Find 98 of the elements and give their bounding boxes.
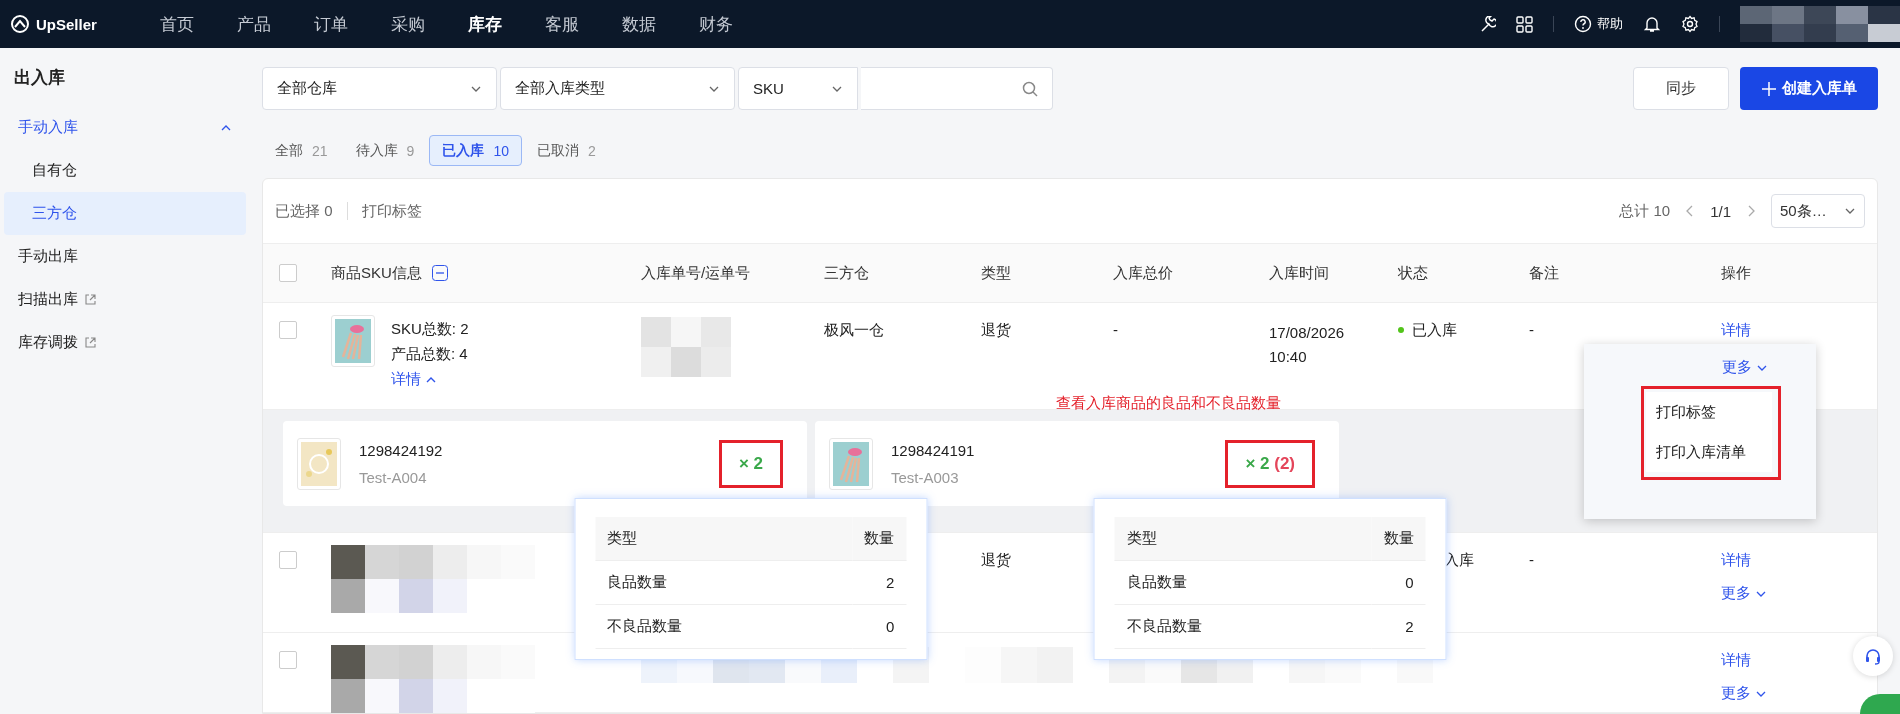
column-header: 入库单号/运单号 [641, 263, 751, 283]
annotation-text: 查看入库商品的良品和不良品数量 [1056, 394, 1281, 413]
highlight-frame [718, 439, 783, 488]
product-count: 产品总数: 4 [391, 345, 469, 364]
status-tab[interactable]: 全部 21 [262, 135, 341, 166]
details-link[interactable]: 详情 [1721, 651, 1751, 670]
type-select[interactable]: 全部入库类型 [500, 67, 735, 110]
sidebar-item[interactable]: 手动出库 [4, 235, 246, 278]
checkbox[interactable] [279, 264, 297, 282]
nav-item[interactable]: 数据 [622, 12, 656, 36]
create-button[interactable]: 创建入库单 [1740, 67, 1878, 110]
sidebar-item[interactable]: 自有仓 [4, 149, 246, 192]
column-header: 状态 [1398, 263, 1428, 283]
warehouse-name: 极风一仓 [824, 321, 884, 338]
chat-button[interactable] [1860, 694, 1900, 714]
column-header: 类型 [981, 263, 1011, 283]
details-link[interactable]: 详情 [1721, 321, 1751, 340]
search-icon [1022, 80, 1038, 97]
collapse-icon[interactable] [431, 265, 448, 281]
logo-text: UpSeller [36, 15, 97, 33]
inbound-type: 退货 [981, 551, 1011, 568]
item-quantity: × 2 [738, 453, 763, 473]
status-tab[interactable]: 待入库 9 [342, 135, 428, 166]
more-link[interactable]: 更多 [1721, 684, 1767, 703]
total-price: - [1113, 321, 1118, 338]
page-size-select[interactable]: 50条… [1771, 194, 1865, 228]
nav-item[interactable]: 订单 [314, 12, 348, 36]
sku-count: SKU总数: 2 [391, 320, 469, 339]
table-cell: 2 [1371, 604, 1426, 649]
warehouse-select[interactable]: 全部仓库 [262, 67, 497, 110]
column-header: 数量 [852, 516, 907, 561]
column-header: 入库总价 [1113, 263, 1173, 283]
more-link[interactable]: 更多 [1722, 358, 1768, 377]
table-cell: 良品数量 [1114, 560, 1372, 605]
details-link[interactable]: 详情 [1721, 551, 1751, 570]
total-count: 总计 10 [1619, 201, 1671, 221]
nav-item[interactable]: 客服 [545, 12, 579, 36]
nav-item[interactable]: 采购 [391, 12, 425, 36]
table-cell: 良品数量 [595, 560, 853, 605]
external-link-icon [84, 293, 97, 306]
inbound-time: 17/08/2026 10:40 [1269, 323, 1346, 367]
column-header: 类型 [595, 516, 853, 561]
column-header: 商品SKU信息 [331, 263, 422, 283]
checkbox[interactable] [279, 651, 297, 669]
item-code: Test-A004 [359, 468, 428, 486]
nav-item[interactable]: 库存 [468, 12, 502, 36]
status-text: 已入库 [1412, 320, 1457, 340]
column-header: 数量 [1371, 516, 1426, 561]
more-link[interactable]: 更多 [1721, 584, 1767, 603]
table-cell: 2 [852, 560, 907, 605]
sidebar-item[interactable]: 扫描出库 [4, 278, 246, 321]
selected-count: 已选择 0 [275, 201, 333, 221]
settings-icon[interactable] [1681, 15, 1699, 33]
item-quantity: × 2 (2) [1245, 453, 1295, 473]
help-link[interactable]: 帮助 [1574, 15, 1623, 33]
wrench-icon[interactable] [1479, 15, 1496, 33]
inbound-type: 退货 [981, 321, 1011, 338]
column-header: 入库时间 [1269, 263, 1329, 283]
status-tab[interactable]: 已取消 2 [523, 135, 609, 166]
grid-icon[interactable] [1516, 15, 1533, 33]
details-toggle[interactable]: 详情 [391, 370, 469, 389]
checkbox[interactable] [279, 321, 297, 339]
table-cell: 0 [1371, 560, 1426, 605]
column-header: 操作 [1721, 263, 1751, 283]
table-cell: 0 [852, 604, 907, 649]
nav-item[interactable]: 产品 [237, 12, 271, 36]
item-sku: 1298424192 [359, 441, 443, 459]
nav-item[interactable]: 财务 [699, 12, 733, 36]
menu-item[interactable]: 打印标签 [1646, 392, 1772, 432]
external-link-icon [84, 336, 97, 349]
table-cell: 不良品数量 [1114, 604, 1372, 649]
search-by-select[interactable]: SKU [738, 67, 858, 110]
headset-icon [1864, 647, 1882, 665]
page-indicator: 1/1 [1710, 202, 1731, 220]
logo-icon [10, 14, 30, 34]
help-icon [1574, 15, 1592, 33]
sync-button[interactable]: 同步 [1633, 67, 1729, 110]
column-header: 类型 [1114, 516, 1372, 561]
bell-icon[interactable] [1643, 15, 1661, 33]
menu-item[interactable]: 打印入库清单 [1646, 432, 1772, 472]
sidebar-title: 出入库 [13, 66, 66, 89]
plus-icon [1761, 81, 1776, 96]
column-header: 三方仓 [824, 263, 869, 283]
item-sku: 1298424191 [891, 441, 975, 459]
checkbox[interactable] [279, 551, 297, 569]
print-label-button[interactable]: 打印标签 [361, 201, 422, 221]
support-button[interactable] [1853, 636, 1893, 676]
search-field[interactable] [861, 67, 1053, 110]
column-header: 备注 [1529, 263, 1559, 283]
remark: - [1529, 321, 1534, 338]
remark: - [1529, 551, 1534, 568]
table-cell: 不良品数量 [595, 604, 853, 649]
status-tab[interactable]: 已入库 10 [429, 135, 522, 166]
sidebar-item[interactable]: 三方仓 [4, 192, 246, 235]
sidebar-item[interactable]: 手动入库 [4, 106, 246, 149]
nav-item[interactable]: 首页 [160, 12, 194, 36]
sidebar-item[interactable]: 库存调拨 [4, 321, 246, 364]
item-code: Test-A003 [891, 468, 960, 486]
